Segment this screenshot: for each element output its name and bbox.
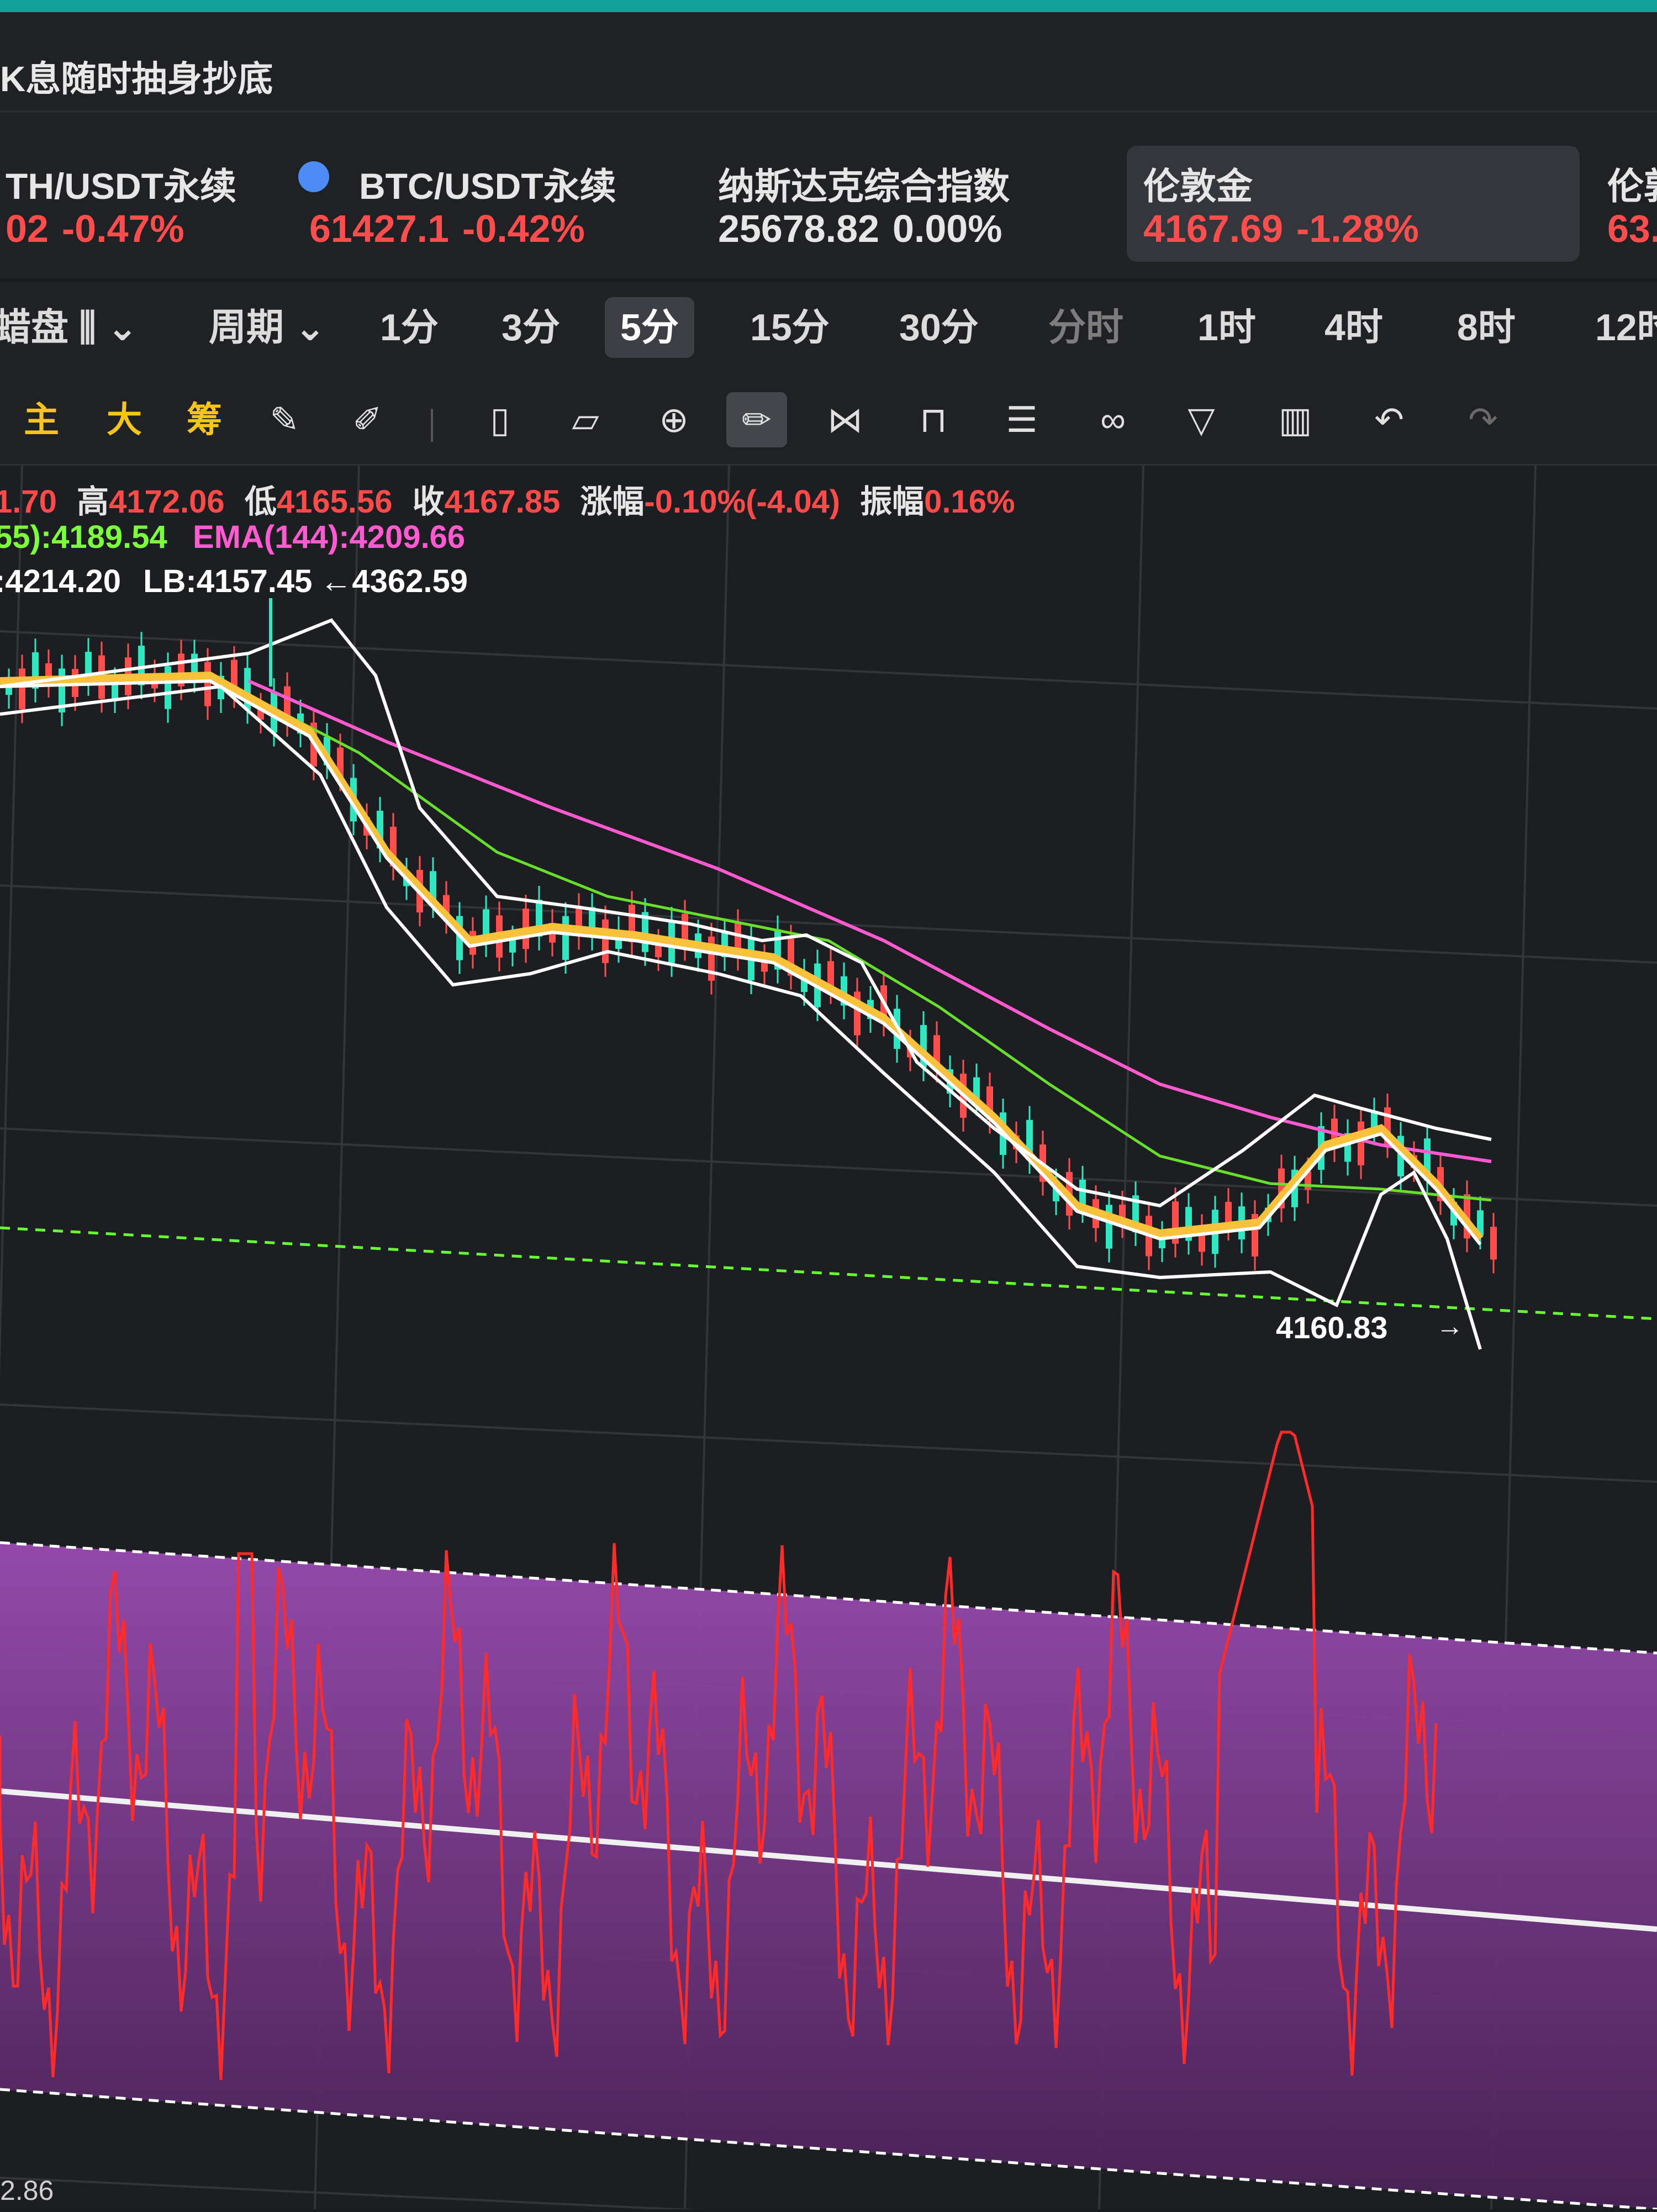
drawing-toolbar: 主 大 筹 ✎ ✐ ▯ ▱ ⊕ ✏ ⋈ ⊓ ☰ ∞ ▽ ▥ ↶ ↷ [0, 376, 1657, 466]
chart-canvas: 4160.83 → 2.86 [0, 465, 1657, 2212]
ticker-price: 4167.69 [1143, 207, 1284, 250]
ohlc-row: 1.70 高4172.06 低4165.56 收4167.85 涨幅-0.10%… [0, 484, 1015, 520]
ma-white-line [0, 679, 1482, 1245]
period-8h[interactable]: 8时 [1442, 297, 1531, 358]
candle-style-icon: ⫼ ⌄ [78, 307, 139, 349]
peak-price-label: 4362.59 [352, 563, 468, 599]
chips-button[interactable]: 筹 [174, 392, 235, 447]
period-1h[interactable]: 1时 [1182, 297, 1271, 358]
grid-hline [0, 1127, 1657, 1207]
band-lb-value: LB:4157.45 [143, 563, 313, 599]
ticker-nasdaq[interactable]: 纳斯达克综合指数 25678.82 0.00% [701, 146, 1033, 262]
undo-icon[interactable]: ↶ [1359, 392, 1419, 447]
ticker-london-gold[interactable]: 伦敦金 4167.69 -1.28% [1127, 146, 1580, 262]
ticker-name: BTC/USDT永续 [359, 166, 616, 207]
edit-icon[interactable]: ✎ [254, 392, 315, 447]
link-icon[interactable]: ∞ [1083, 392, 1143, 447]
ticker-price: 25678.82 [718, 207, 879, 250]
ticker-name: 伦敦 [1607, 166, 1657, 207]
ticker-london-other[interactable]: 伦敦 63. [1591, 146, 1657, 262]
ticker-price: 02 [6, 207, 49, 250]
grid-hline [0, 1403, 1657, 1483]
period-3m[interactable]: 3分 [486, 297, 576, 358]
period-1m[interactable]: 1分 [365, 297, 454, 358]
period-5m[interactable]: 5分 [605, 297, 694, 358]
period-timeshare[interactable]: 分时 [1033, 297, 1139, 358]
top-accent-strip [0, 0, 1657, 12]
low-price-arrow: → [1436, 1311, 1464, 1342]
period-30m[interactable]: 30分 [884, 297, 994, 358]
big-indicator-button[interactable]: 大 [94, 392, 155, 447]
brush-icon[interactable]: ✐ [337, 392, 398, 447]
ticker-name: 纳斯达克综合指数 [718, 166, 1010, 207]
chevron-down-icon: ⌄ [294, 307, 326, 349]
note-icon[interactable]: ☰ [991, 392, 1052, 447]
ticker-name: 伦敦金 [1143, 166, 1253, 207]
filter-icon[interactable]: ▽ [1171, 392, 1232, 447]
zoom-icon[interactable]: ⊕ [643, 392, 704, 447]
chart-type-selector[interactable]: 蜡盘 ⫼ ⌄ [0, 297, 154, 358]
oscillator-zone [0, 1543, 1657, 2209]
ema55-line [0, 679, 1492, 1202]
ticker-btc[interactable]: BTC/USDT永续 61427.1 -0.42% [298, 146, 652, 262]
bookmark-icon[interactable]: ▯ [469, 392, 530, 447]
ema-row: 55):4189.54 EMA(144):4209.66 [0, 519, 465, 556]
ticker-price: 63. [1607, 207, 1657, 250]
ticker-name: TH/USDT永续 [6, 166, 236, 207]
period-4h[interactable]: 4时 [1309, 297, 1399, 358]
page-title: K息随时抽身抄底 [0, 59, 273, 99]
draw-icon[interactable]: ✏ [726, 392, 787, 447]
title-bar: K息随时抽身抄底 [0, 12, 1657, 113]
ticker-eth[interactable]: TH/USDT永续 02 -0.47% [0, 146, 236, 262]
ticker-change: -1.28% [1296, 207, 1419, 250]
period-bar: 蜡盘 ⫼ ⌄ 周期 ⌄ 1分 3分 5分 15分 30分 分时 1时 4时 8时… [0, 282, 1657, 376]
ruler-icon[interactable]: ▱ [555, 392, 616, 447]
trash-icon[interactable]: ▥ [1265, 392, 1326, 447]
ticker-change: -0.42% [462, 207, 585, 250]
ema55-value: 55):4189.54 [0, 519, 167, 555]
main-indicator-button[interactable]: 主 [11, 392, 72, 447]
redo-icon[interactable]: ↷ [1453, 392, 1513, 447]
ticker-change: -0.47% [61, 207, 184, 250]
ticker-bar: TH/USDT永续 02 -0.47% BTC/USDT永续 61427.1 -0.… [0, 113, 1657, 278]
period-12h[interactable]: 12时 [1580, 297, 1657, 358]
ema144-value: EMA(144):4209.66 [192, 519, 466, 555]
unlock-icon[interactable]: ⊓ [903, 392, 964, 447]
kline-chart[interactable]: 4160.83 → 2.86 1.70 高4172.06 低4165.56 收4… [0, 465, 1657, 2212]
btc-coin-icon [298, 161, 329, 192]
band-row: :4214.20 LB:4157.45 ←4362.59 [0, 563, 468, 600]
ticker-change: 0.00% [892, 207, 1002, 250]
toolbar-divider [431, 409, 433, 442]
support-dashed-line [0, 1226, 1657, 1321]
osc-axis-value: 2.86 [0, 2175, 54, 2206]
low-price-label: 4160.83 [1276, 1310, 1387, 1345]
band-ub-value: :4214.20 [0, 563, 121, 599]
magnet-icon[interactable]: ⋈ [815, 392, 875, 447]
grid-hline [0, 884, 1657, 964]
cycle-dropdown[interactable]: 周期 ⌄ [193, 297, 341, 358]
ticker-price: 61427.1 [309, 207, 450, 250]
ema144-line [247, 679, 1492, 1163]
period-15m[interactable]: 15分 [735, 297, 845, 358]
